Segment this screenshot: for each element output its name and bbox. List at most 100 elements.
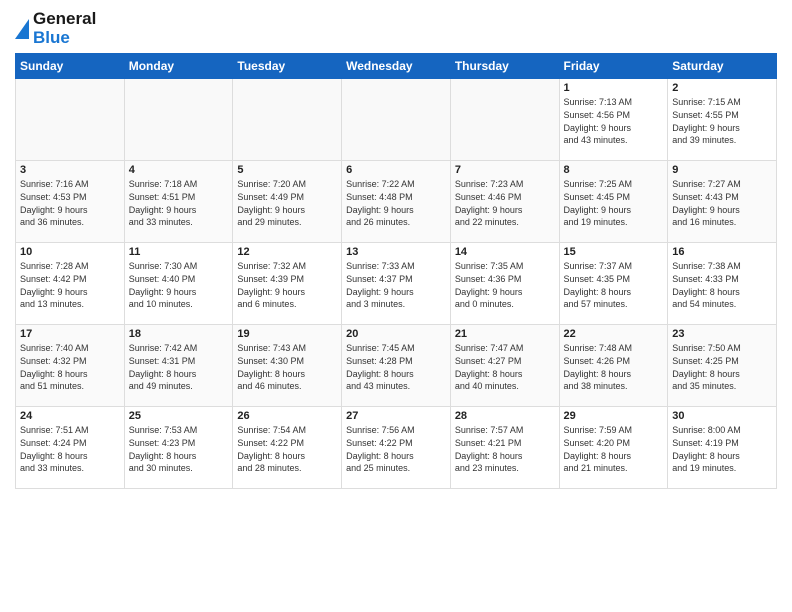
day-info: Sunrise: 7:27 AM Sunset: 4:43 PM Dayligh… [672, 178, 772, 228]
calendar-cell: 23 Sunrise: 7:50 AM Sunset: 4:25 PM Dayli… [668, 325, 777, 407]
calendar-cell: 28 Sunrise: 7:57 AM Sunset: 4:21 PM Dayli… [450, 407, 559, 489]
calendar-cell: 22 Sunrise: 7:48 AM Sunset: 4:26 PM Dayli… [559, 325, 668, 407]
logo-blue: Blue [33, 28, 70, 47]
day-number: 2 [672, 82, 772, 94]
calendar-cell: 8 Sunrise: 7:25 AM Sunset: 4:45 PM Daylig… [559, 161, 668, 243]
calendar-cell: 27 Sunrise: 7:56 AM Sunset: 4:22 PM Dayli… [342, 407, 451, 489]
calendar-cell: 9 Sunrise: 7:27 AM Sunset: 4:43 PM Daylig… [668, 161, 777, 243]
logo-icon [15, 19, 29, 39]
day-number: 7 [455, 164, 555, 176]
weekday-header: Monday [124, 54, 233, 79]
day-info: Sunrise: 7:50 AM Sunset: 4:25 PM Dayligh… [672, 342, 772, 392]
day-number: 5 [237, 164, 337, 176]
day-info: Sunrise: 7:20 AM Sunset: 4:49 PM Dayligh… [237, 178, 337, 228]
day-number: 18 [129, 328, 229, 340]
day-number: 8 [564, 164, 664, 176]
day-number: 6 [346, 164, 446, 176]
day-info: Sunrise: 7:51 AM Sunset: 4:24 PM Dayligh… [20, 424, 120, 474]
calendar-cell [450, 79, 559, 161]
day-number: 27 [346, 410, 446, 422]
weekday-header: Wednesday [342, 54, 451, 79]
calendar-cell: 29 Sunrise: 7:59 AM Sunset: 4:20 PM Dayli… [559, 407, 668, 489]
day-info: Sunrise: 7:48 AM Sunset: 4:26 PM Dayligh… [564, 342, 664, 392]
day-info: Sunrise: 7:42 AM Sunset: 4:31 PM Dayligh… [129, 342, 229, 392]
day-number: 14 [455, 246, 555, 258]
weekday-header: Sunday [16, 54, 125, 79]
day-info: Sunrise: 7:40 AM Sunset: 4:32 PM Dayligh… [20, 342, 120, 392]
calendar-cell: 16 Sunrise: 7:38 AM Sunset: 4:33 PM Dayli… [668, 243, 777, 325]
day-number: 22 [564, 328, 664, 340]
day-info: Sunrise: 7:37 AM Sunset: 4:35 PM Dayligh… [564, 260, 664, 310]
calendar-cell: 11Sunrise: 7:30 AM Sunset: 4:40 PM Dayli… [124, 243, 233, 325]
day-number: 19 [237, 328, 337, 340]
calendar-cell: 6 Sunrise: 7:22 AM Sunset: 4:48 PM Daylig… [342, 161, 451, 243]
calendar-cell: 3 Sunrise: 7:16 AM Sunset: 4:53 PM Daylig… [16, 161, 125, 243]
calendar-cell: 19 Sunrise: 7:43 AM Sunset: 4:30 PM Dayli… [233, 325, 342, 407]
calendar-cell [233, 79, 342, 161]
day-number: 21 [455, 328, 555, 340]
day-info: Sunrise: 7:25 AM Sunset: 4:45 PM Dayligh… [564, 178, 664, 228]
day-number: 1 [564, 82, 664, 94]
day-info: Sunrise: 7:47 AM Sunset: 4:27 PM Dayligh… [455, 342, 555, 392]
day-info: Sunrise: 7:22 AM Sunset: 4:48 PM Dayligh… [346, 178, 446, 228]
day-info: Sunrise: 7:18 AM Sunset: 4:51 PM Dayligh… [129, 178, 229, 228]
day-number: 11 [129, 246, 229, 258]
day-number: 25 [129, 410, 229, 422]
day-info: Sunrise: 7:54 AM Sunset: 4:22 PM Dayligh… [237, 424, 337, 474]
day-info: Sunrise: 7:43 AM Sunset: 4:30 PM Dayligh… [237, 342, 337, 392]
day-info: Sunrise: 7:16 AM Sunset: 4:53 PM Dayligh… [20, 178, 120, 228]
page-container: General Blue SundayMondayTuesdayWednesda… [0, 0, 792, 612]
weekday-header: Saturday [668, 54, 777, 79]
day-number: 13 [346, 246, 446, 258]
calendar-cell: 20Sunrise: 7:45 AM Sunset: 4:28 PM Dayli… [342, 325, 451, 407]
calendar-cell [16, 79, 125, 161]
day-number: 15 [564, 246, 664, 258]
day-number: 30 [672, 410, 772, 422]
day-info: Sunrise: 7:38 AM Sunset: 4:33 PM Dayligh… [672, 260, 772, 310]
day-info: Sunrise: 7:35 AM Sunset: 4:36 PM Dayligh… [455, 260, 555, 310]
calendar-cell: 2 Sunrise: 7:15 AM Sunset: 4:55 PM Daylig… [668, 79, 777, 161]
calendar-cell: 18 Sunrise: 7:42 AM Sunset: 4:31 PM Dayli… [124, 325, 233, 407]
calendar-cell: 26 Sunrise: 7:54 AM Sunset: 4:22 PM Dayli… [233, 407, 342, 489]
day-info: Sunrise: 7:23 AM Sunset: 4:46 PM Dayligh… [455, 178, 555, 228]
day-number: 17 [20, 328, 120, 340]
calendar-cell: 17 Sunrise: 7:40 AM Sunset: 4:32 PM Dayli… [16, 325, 125, 407]
day-number: 23 [672, 328, 772, 340]
calendar-cell: 5 Sunrise: 7:20 AM Sunset: 4:49 PM Daylig… [233, 161, 342, 243]
day-number: 26 [237, 410, 337, 422]
calendar-cell: 1 Sunrise: 7:13 AM Sunset: 4:56 PM Daylig… [559, 79, 668, 161]
day-info: Sunrise: 7:57 AM Sunset: 4:21 PM Dayligh… [455, 424, 555, 474]
day-number: 4 [129, 164, 229, 176]
day-number: 24 [20, 410, 120, 422]
day-info: Sunrise: 7:56 AM Sunset: 4:22 PM Dayligh… [346, 424, 446, 474]
day-info: Sunrise: 7:15 AM Sunset: 4:55 PM Dayligh… [672, 96, 772, 146]
calendar-cell: 10Sunrise: 7:28 AM Sunset: 4:42 PM Dayli… [16, 243, 125, 325]
calendar-cell: 15 Sunrise: 7:37 AM Sunset: 4:35 PM Dayli… [559, 243, 668, 325]
calendar-cell: 25Sunrise: 7:53 AM Sunset: 4:23 PM Dayli… [124, 407, 233, 489]
day-info: Sunrise: 7:32 AM Sunset: 4:39 PM Dayligh… [237, 260, 337, 310]
weekday-header: Tuesday [233, 54, 342, 79]
calendar-cell: 30 Sunrise: 8:00 AM Sunset: 4:19 PM Dayli… [668, 407, 777, 489]
day-info: Sunrise: 8:00 AM Sunset: 4:19 PM Dayligh… [672, 424, 772, 474]
day-number: 28 [455, 410, 555, 422]
calendar-cell: 21 Sunrise: 7:47 AM Sunset: 4:27 PM Dayli… [450, 325, 559, 407]
day-info: Sunrise: 7:59 AM Sunset: 4:20 PM Dayligh… [564, 424, 664, 474]
calendar-cell: 13 Sunrise: 7:33 AM Sunset: 4:37 PM Dayli… [342, 243, 451, 325]
day-number: 29 [564, 410, 664, 422]
calendar-cell: 14 Sunrise: 7:35 AM Sunset: 4:36 PM Dayli… [450, 243, 559, 325]
calendar-cell: 4 Sunrise: 7:18 AM Sunset: 4:51 PM Daylig… [124, 161, 233, 243]
day-info: Sunrise: 7:13 AM Sunset: 4:56 PM Dayligh… [564, 96, 664, 146]
calendar-cell [342, 79, 451, 161]
day-number: 3 [20, 164, 120, 176]
weekday-header: Friday [559, 54, 668, 79]
day-number: 16 [672, 246, 772, 258]
day-number: 9 [672, 164, 772, 176]
calendar: SundayMondayTuesdayWednesdayThursdayFrid… [15, 53, 777, 489]
header: General Blue [15, 10, 777, 47]
day-number: 12 [237, 246, 337, 258]
calendar-cell: 7 Sunrise: 7:23 AM Sunset: 4:46 PM Daylig… [450, 161, 559, 243]
day-info: Sunrise: 7:33 AM Sunset: 4:37 PM Dayligh… [346, 260, 446, 310]
calendar-cell: 24 Sunrise: 7:51 AM Sunset: 4:24 PM Dayli… [16, 407, 125, 489]
logo-general: General [33, 9, 96, 28]
day-number: 10 [20, 246, 120, 258]
